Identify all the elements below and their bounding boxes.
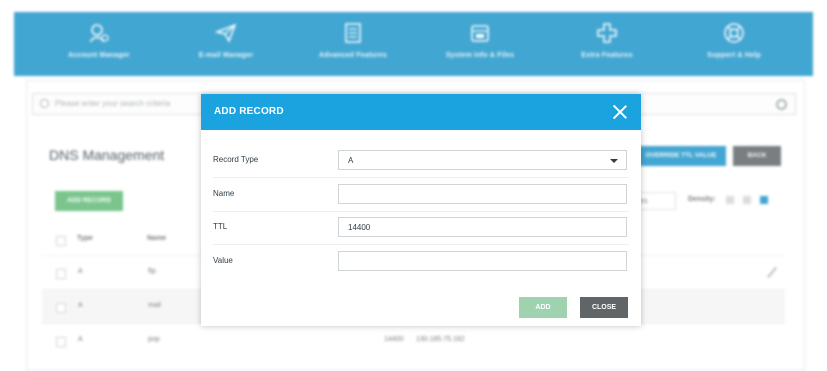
ttl-input[interactable] — [338, 217, 627, 237]
close-button[interactable]: CLOSE — [580, 297, 628, 318]
record-type-select[interactable]: A — [338, 150, 627, 170]
dialog-title: ADD RECORD — [214, 106, 284, 117]
record-type-value: A — [348, 156, 354, 165]
close-icon[interactable] — [611, 103, 629, 121]
dialog-header: ADD RECORD — [201, 94, 641, 130]
chevron-down-icon — [610, 159, 618, 163]
name-input[interactable] — [338, 184, 627, 204]
record-type-row: Record Type A — [213, 144, 629, 178]
add-button[interactable]: ADD — [519, 297, 567, 318]
name-label: Name — [213, 189, 235, 198]
add-record-dialog: ADD RECORD Record Type A Name TTL Value … — [201, 94, 641, 326]
ttl-label: TTL — [213, 222, 228, 231]
name-row: Name — [213, 178, 629, 212]
value-row: Value — [213, 245, 629, 278]
ttl-row: TTL — [213, 211, 629, 245]
value-label: Value — [213, 256, 233, 265]
record-type-label: Record Type — [213, 155, 259, 164]
value-input[interactable] — [338, 251, 627, 271]
